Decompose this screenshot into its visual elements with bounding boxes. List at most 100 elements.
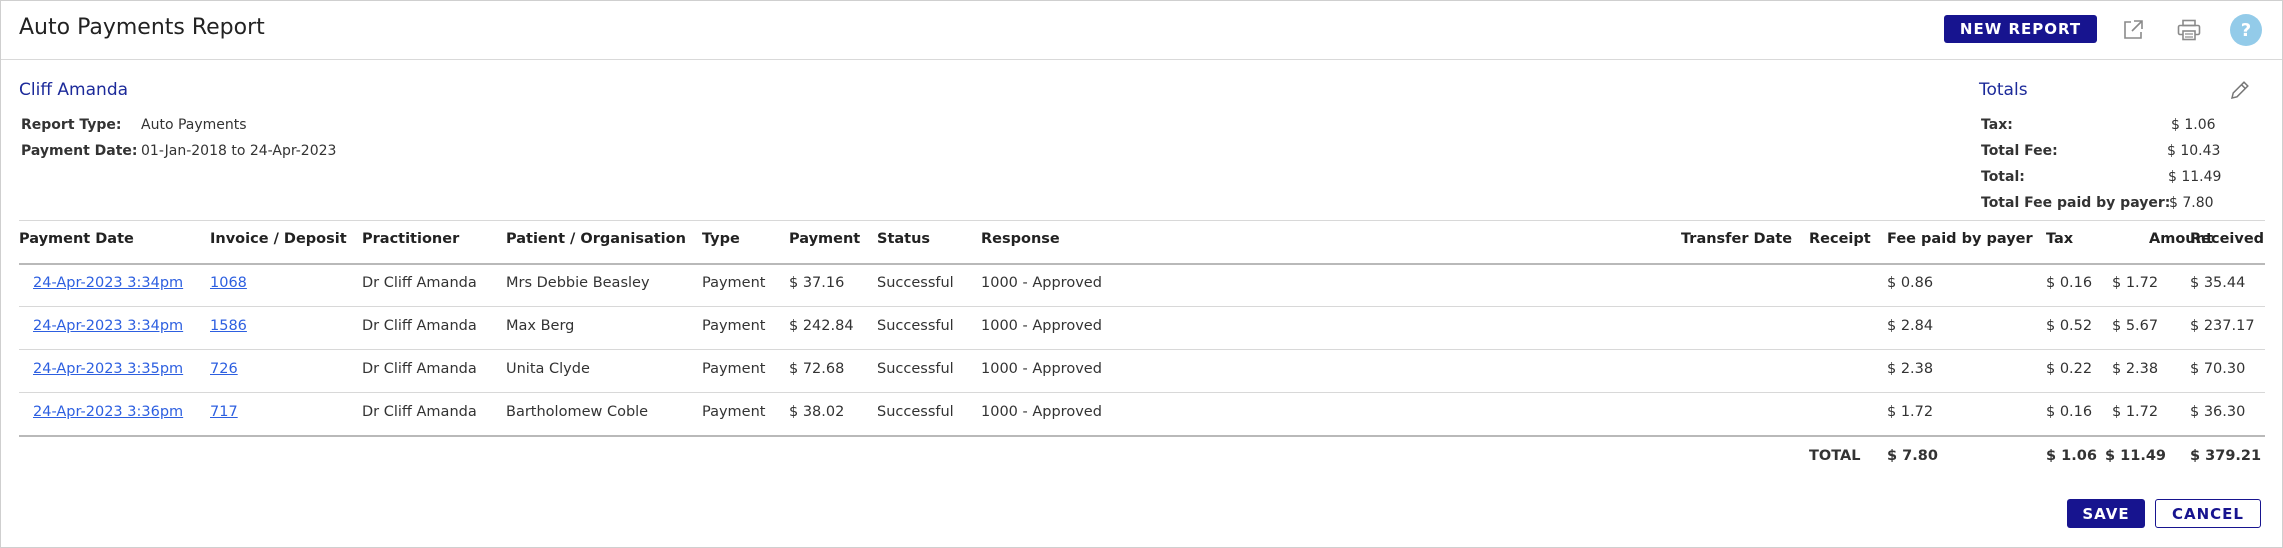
totals-value: $ 7.80 bbox=[2169, 195, 2214, 211]
col-invoice[interactable]: Invoice / Deposit bbox=[210, 231, 347, 247]
col-payment-date[interactable]: Payment Date bbox=[19, 231, 134, 247]
top-bar: Auto Payments Report NEW REPORT ? bbox=[1, 1, 2282, 60]
row-divider bbox=[19, 349, 2265, 350]
totals-value: $ 11.49 bbox=[2168, 169, 2222, 185]
new-report-button[interactable]: NEW REPORT bbox=[1944, 15, 2097, 43]
payment-date-value: 01-Jan-2018 to 24-Apr-2023 bbox=[141, 143, 337, 159]
amount-cell: $ 1.72 bbox=[2112, 275, 2159, 291]
footer-tax: $ 1.06 bbox=[2046, 448, 2097, 464]
patient-cell: Mrs Debbie Beasley bbox=[506, 275, 650, 291]
practitioner-name: Cliff Amanda bbox=[19, 80, 129, 100]
payment-cell: $ 38.02 bbox=[789, 404, 845, 420]
response-cell: 1000 - Approved bbox=[981, 275, 1102, 291]
row-divider bbox=[19, 306, 2265, 307]
divider bbox=[19, 220, 2265, 221]
col-received[interactable]: Received bbox=[2190, 231, 2264, 247]
payment-cell: $ 242.84 bbox=[789, 318, 854, 334]
fee-cell: $ 1.72 bbox=[1887, 404, 1934, 420]
payment-date-link[interactable]: 24-Apr-2023 3:34pm bbox=[33, 275, 183, 291]
report-type-label: Report Type: bbox=[21, 117, 122, 133]
invoice-link[interactable]: 1068 bbox=[210, 275, 247, 291]
col-type[interactable]: Type bbox=[702, 231, 740, 247]
type-cell: Payment bbox=[702, 361, 766, 377]
col-fee[interactable]: Fee paid by payer bbox=[1887, 231, 2033, 247]
report-window: Auto Payments Report NEW REPORT ? Cliff … bbox=[0, 0, 2283, 548]
fee-cell: $ 2.38 bbox=[1887, 361, 1934, 377]
fee-cell: $ 0.86 bbox=[1887, 275, 1934, 291]
practitioner-cell: Dr Cliff Amanda bbox=[362, 275, 477, 291]
patient-cell: Bartholomew Coble bbox=[506, 404, 649, 420]
tax-cell: $ 0.16 bbox=[2046, 275, 2093, 291]
report-type-value: Auto Payments bbox=[141, 117, 247, 133]
invoice-link[interactable]: 717 bbox=[210, 404, 238, 420]
payment-date-label: Payment Date: bbox=[21, 143, 138, 159]
printer-icon bbox=[2177, 19, 2201, 41]
help-button[interactable]: ? bbox=[2230, 14, 2262, 46]
print-button[interactable] bbox=[2173, 14, 2205, 46]
patient-cell: Unita Clyde bbox=[506, 361, 590, 377]
practitioner-cell: Dr Cliff Amanda bbox=[362, 404, 477, 420]
payment-cell: $ 37.16 bbox=[789, 275, 845, 291]
tax-cell: $ 0.16 bbox=[2046, 404, 2093, 420]
fee-cell: $ 2.84 bbox=[1887, 318, 1934, 334]
footer-received: $ 379.21 bbox=[2190, 448, 2262, 464]
amount-cell: $ 5.67 bbox=[2112, 318, 2159, 334]
report-type-row: Report Type: Auto Payments bbox=[21, 117, 247, 133]
practitioner-cell: Dr Cliff Amanda bbox=[362, 361, 477, 377]
totals-row-fee: Total Fee: $ 10.43 bbox=[1981, 143, 2231, 159]
totals-row-tax: Tax: $ 1.06 bbox=[1981, 117, 2231, 133]
response-cell: 1000 - Approved bbox=[981, 318, 1102, 334]
payment-cell: $ 72.68 bbox=[789, 361, 845, 377]
received-cell: $ 237.17 bbox=[2190, 318, 2255, 334]
amount-cell: $ 1.72 bbox=[2112, 404, 2159, 420]
col-practitioner[interactable]: Practitioner bbox=[362, 231, 459, 247]
col-response[interactable]: Response bbox=[981, 231, 1060, 247]
payment-date-row: Payment Date: 01-Jan-2018 to 24-Apr-2023 bbox=[21, 143, 336, 159]
received-cell: $ 36.30 bbox=[2190, 404, 2246, 420]
totals-label: Total: bbox=[1981, 169, 2025, 185]
col-payment[interactable]: Payment bbox=[789, 231, 860, 247]
col-patient[interactable]: Patient / Organisation bbox=[506, 231, 686, 247]
received-cell: $ 70.30 bbox=[2190, 361, 2246, 377]
totals-row-fee-paid: Total Fee paid by payer: $ 7.80 bbox=[1981, 195, 2231, 211]
totals-label: Tax: bbox=[1981, 117, 2013, 133]
col-receipt[interactable]: Receipt bbox=[1809, 231, 1871, 247]
save-button[interactable]: SAVE bbox=[2067, 499, 2145, 528]
col-tax[interactable]: Tax bbox=[2046, 231, 2073, 247]
page-title: Auto Payments Report bbox=[19, 15, 265, 40]
payment-date-link[interactable]: 24-Apr-2023 3:35pm bbox=[33, 361, 183, 377]
edit-totals-button[interactable] bbox=[2229, 79, 2253, 103]
tax-cell: $ 0.22 bbox=[2046, 361, 2093, 377]
header-divider bbox=[19, 263, 2265, 265]
col-transfer-date[interactable]: Transfer Date bbox=[1681, 231, 1792, 247]
type-cell: Payment bbox=[702, 275, 766, 291]
export-button[interactable] bbox=[2117, 14, 2149, 46]
response-cell: 1000 - Approved bbox=[981, 361, 1102, 377]
totals-label: Total Fee: bbox=[1981, 143, 2058, 159]
totals-title: Totals bbox=[1979, 80, 2028, 100]
col-status[interactable]: Status bbox=[877, 231, 930, 247]
pencil-icon bbox=[2230, 81, 2249, 100]
help-icon: ? bbox=[2230, 14, 2262, 46]
status-cell: Successful bbox=[877, 361, 954, 377]
totals-value: $ 1.06 bbox=[2171, 117, 2216, 133]
totals-row-total: Total: $ 11.49 bbox=[1981, 169, 2231, 185]
cancel-button[interactable]: CANCEL bbox=[2155, 499, 2261, 528]
external-link-icon bbox=[2124, 20, 2143, 39]
row-divider bbox=[19, 392, 2265, 393]
invoice-link[interactable]: 1586 bbox=[210, 318, 247, 334]
type-cell: Payment bbox=[702, 404, 766, 420]
patient-cell: Max Berg bbox=[506, 318, 575, 334]
payment-date-link[interactable]: 24-Apr-2023 3:34pm bbox=[33, 318, 183, 334]
payment-date-link[interactable]: 24-Apr-2023 3:36pm bbox=[33, 404, 183, 420]
status-cell: Successful bbox=[877, 318, 954, 334]
footer-amount: $ 11.49 bbox=[2105, 448, 2167, 464]
amount-cell: $ 2.38 bbox=[2112, 361, 2159, 377]
received-cell: $ 35.44 bbox=[2190, 275, 2246, 291]
practitioner-cell: Dr Cliff Amanda bbox=[362, 318, 477, 334]
status-cell: Successful bbox=[877, 275, 954, 291]
type-cell: Payment bbox=[702, 318, 766, 334]
footer-divider bbox=[19, 435, 2265, 437]
invoice-link[interactable]: 726 bbox=[210, 361, 238, 377]
response-cell: 1000 - Approved bbox=[981, 404, 1102, 420]
